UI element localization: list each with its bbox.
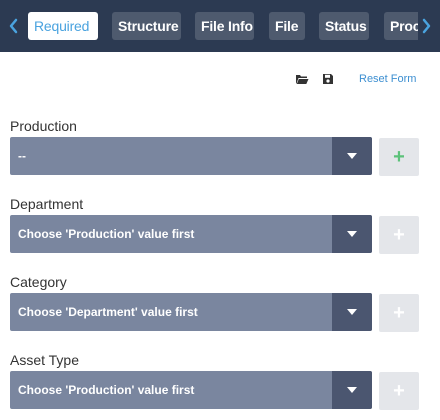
caret-down-icon[interactable] (332, 137, 372, 175)
plus-icon: + (393, 302, 405, 324)
caret-down-icon[interactable] (332, 293, 372, 331)
production-label: Production (10, 118, 77, 134)
production-select[interactable]: -- (10, 137, 372, 175)
department-select-value: Choose 'Production' value first (18, 227, 195, 241)
department-label: Department (10, 196, 84, 212)
tab-list: Required Structure File Info File Status… (28, 12, 418, 40)
tab-bar: Required Structure File Info File Status… (0, 0, 440, 52)
plus-icon: + (393, 224, 405, 246)
asset-type-select[interactable]: Choose 'Production' value first (10, 371, 372, 409)
asset-type-select-value: Choose 'Production' value first (18, 383, 195, 397)
tab-file-info[interactable]: File Info (195, 12, 254, 40)
add-category-button[interactable]: + (379, 294, 419, 332)
add-asset-type-button[interactable]: + (379, 372, 419, 410)
caret-down-icon[interactable] (332, 215, 372, 253)
tab-structure[interactable]: Structure (112, 12, 181, 40)
add-production-button[interactable]: + (379, 138, 419, 176)
add-department-button[interactable]: + (379, 216, 419, 254)
tab-proc[interactable]: Proc (384, 12, 418, 40)
production-select-value: -- (18, 149, 26, 163)
tab-status[interactable]: Status (319, 12, 369, 40)
category-select[interactable]: Choose 'Department' value first (10, 293, 372, 331)
category-select-value: Choose 'Department' value first (18, 305, 198, 319)
save-icon[interactable] (322, 72, 336, 84)
chevron-left-icon[interactable] (6, 17, 20, 35)
department-select[interactable]: Choose 'Production' value first (10, 215, 372, 253)
category-label: Category (10, 274, 67, 290)
folder-open-icon[interactable] (295, 72, 309, 84)
asset-type-label: Asset Type (10, 352, 80, 368)
reset-form-link[interactable]: Reset Form (359, 72, 416, 86)
plus-icon: + (393, 146, 405, 168)
plus-icon: + (393, 380, 405, 402)
caret-down-icon[interactable] (332, 371, 372, 409)
chevron-right-icon[interactable] (420, 17, 434, 35)
tab-required[interactable]: Required (28, 12, 98, 40)
tab-file[interactable]: File (269, 12, 305, 40)
